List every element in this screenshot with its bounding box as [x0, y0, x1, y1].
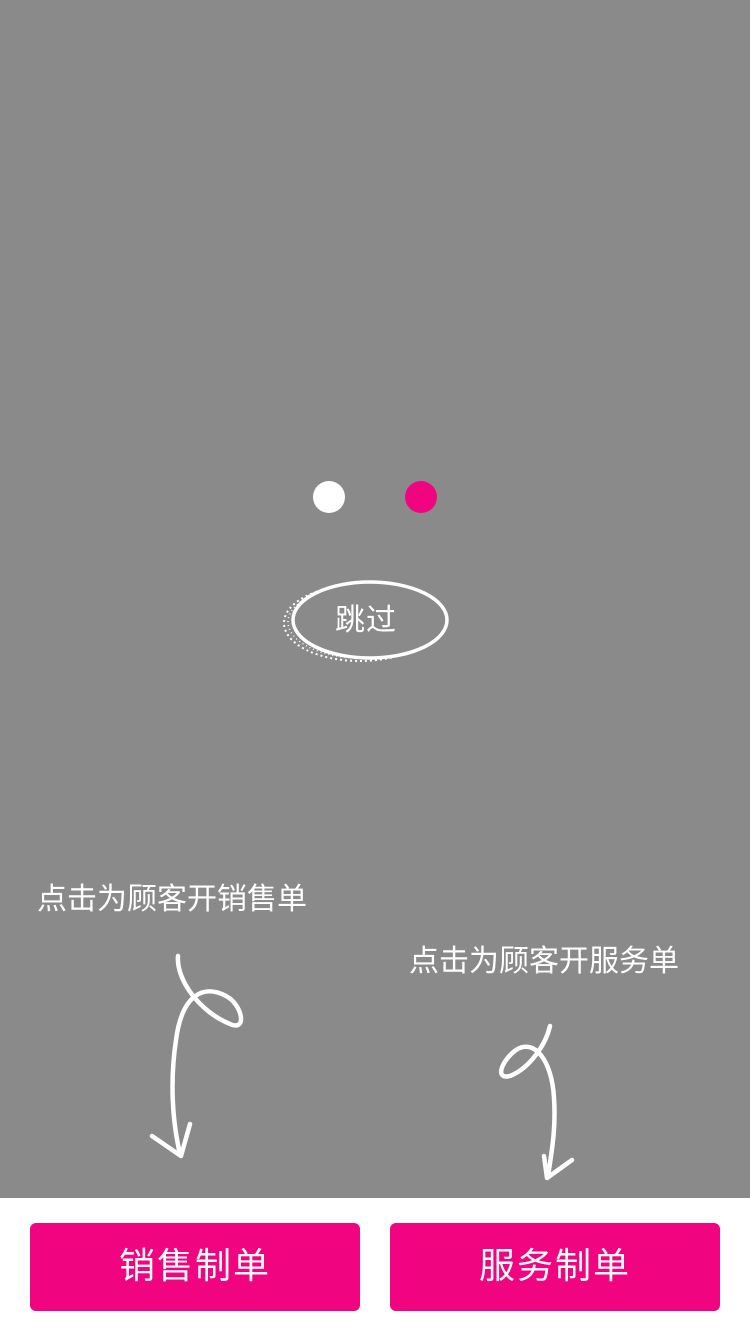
page-indicator: [0, 481, 750, 515]
page-dot-1[interactable]: [313, 481, 345, 513]
page-dot-2-active[interactable]: [405, 481, 437, 513]
hint-service-order: 点击为顾客开服务单: [409, 944, 679, 979]
curly-down-arrow-icon: [498, 1023, 575, 1181]
sale-order-button[interactable]: 销售制单: [30, 1223, 360, 1311]
skip-label: 跳过: [335, 603, 397, 638]
skip-button[interactable]: 跳过: [280, 576, 452, 666]
hint-sale-order: 点击为顾客开销售单: [37, 882, 307, 917]
bottom-action-bar: 销售制单 服务制单: [0, 1198, 750, 1338]
curly-down-arrow-icon: [149, 953, 244, 1159]
service-order-button[interactable]: 服务制单: [390, 1223, 720, 1311]
